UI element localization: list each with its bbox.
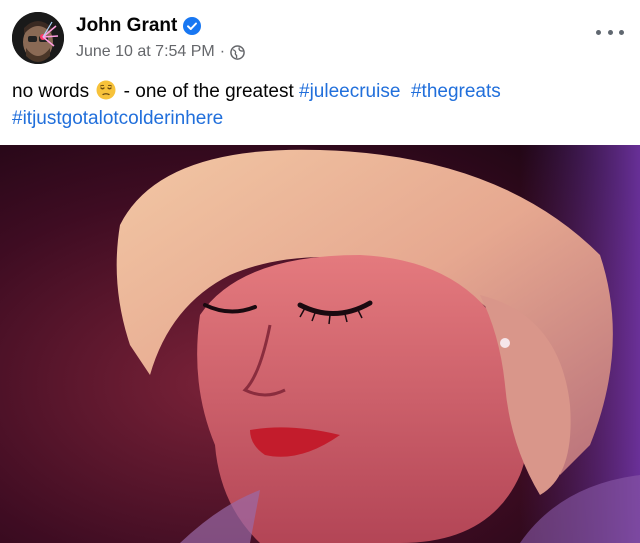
author-name[interactable]: John Grant <box>76 15 177 37</box>
avatar-image <box>12 12 64 64</box>
author-line: John Grant <box>76 15 202 37</box>
more-dot <box>607 29 613 35</box>
globe-icon[interactable] <box>230 44 245 60</box>
pensive-face-emoji-icon <box>96 80 116 100</box>
post-text-prefix: no words <box>12 81 90 102</box>
hashtag-link[interactable]: #itjustgotalotcolderinhere <box>12 108 223 129</box>
meta-separator: · <box>219 43 226 60</box>
post-text: no words - one of the greatest #juleecru… <box>12 78 628 132</box>
video-still-image <box>0 145 640 543</box>
post-video[interactable] <box>0 145 640 543</box>
verified-badge-icon <box>183 17 202 35</box>
post-header: John Grant June 10 at 7:54 PM · <box>12 12 628 68</box>
post-meta: June 10 at 7:54 PM · <box>76 43 245 61</box>
more-dot <box>596 29 601 35</box>
more-dot <box>619 29 624 35</box>
hashtag-link[interactable]: #thegreats <box>411 81 501 102</box>
more-options-icon[interactable] <box>596 22 624 42</box>
hashtag-link[interactable]: #juleecruise <box>299 81 400 102</box>
facebook-post: John Grant June 10 at 7:54 PM · no words… <box>0 0 640 543</box>
post-timestamp[interactable]: June 10 at 7:54 PM <box>76 43 215 61</box>
post-text-middle: - one of the greatest <box>123 81 294 102</box>
author-avatar[interactable] <box>12 12 64 64</box>
